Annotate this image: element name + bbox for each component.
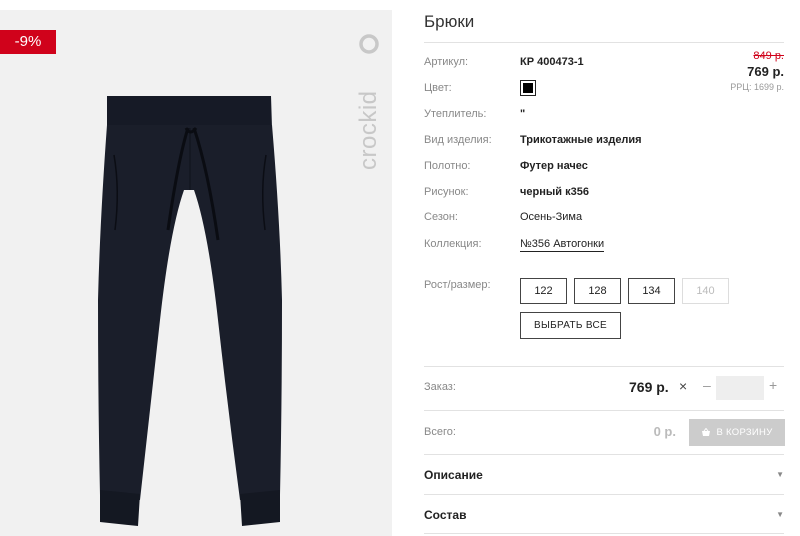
fabric-value: Футер начес — [520, 160, 588, 172]
chevron-down-icon: ▼ — [776, 510, 784, 519]
fabric-label: Полотно: — [424, 160, 471, 172]
brand-logo-text: crockid — [355, 90, 382, 170]
color-swatch-black[interactable] — [520, 80, 536, 96]
pattern-label: Рисунок: — [424, 186, 469, 198]
divider — [424, 533, 784, 534]
add-to-cart-button[interactable]: В КОРЗИНУ — [689, 419, 785, 446]
article-value: КР 400473-1 — [520, 56, 584, 68]
divider — [424, 494, 784, 495]
divider — [424, 366, 784, 367]
product-image[interactable]: -9% crockid — [0, 10, 392, 536]
times-icon: × — [679, 378, 688, 394]
order-label: Заказ: — [424, 381, 456, 393]
product-title: Брюки — [424, 12, 475, 31]
brand-logo: crockid — [355, 34, 382, 170]
discount-badge: -9% — [0, 30, 56, 54]
collection-link[interactable]: №356 Автогонки — [520, 238, 605, 252]
size-option-122[interactable]: 122 — [520, 278, 567, 304]
size-option-134[interactable]: 134 — [628, 278, 675, 304]
divider — [424, 42, 784, 43]
insulation-label: Утеплитель: — [424, 108, 487, 120]
color-label: Цвет: — [424, 82, 452, 94]
collection-label: Коллекция: — [424, 238, 482, 250]
order-price: 769 р. — [629, 379, 669, 395]
old-price: 849 р. — [753, 50, 784, 62]
pattern-value: черный к356 — [520, 186, 589, 198]
divider — [424, 410, 784, 411]
type-value: Трикотажные изделия — [520, 134, 642, 146]
size-option-140: 140 — [682, 278, 729, 304]
insulation-value: " — [520, 108, 526, 120]
current-price: 769 р. — [747, 64, 784, 79]
decrease-quantity-button[interactable]: – — [703, 377, 711, 393]
select-all-button[interactable]: ВЫБРАТЬ ВСЕ — [520, 312, 621, 339]
season-value: Осень-Зима — [520, 211, 583, 223]
divider — [424, 454, 784, 455]
composition-title: Состав — [424, 508, 467, 522]
size-label: Рост/размер: — [424, 279, 491, 291]
type-label: Вид изделия: — [424, 134, 492, 146]
article-label: Артикул: — [424, 56, 469, 68]
basket-icon — [702, 427, 711, 436]
add-to-cart-label: В КОРЗИНУ — [716, 427, 773, 438]
total-value: 0 р. — [653, 424, 676, 439]
chevron-down-icon: ▼ — [776, 470, 784, 479]
size-option-128[interactable]: 128 — [574, 278, 621, 304]
increase-quantity-button[interactable]: + — [769, 377, 777, 393]
pants-image — [98, 96, 282, 526]
rrp-price: РРЦ: 1699 р. — [730, 82, 784, 92]
composition-accordion[interactable]: Состав ▼ — [424, 505, 784, 525]
season-label: Сезон: — [424, 211, 458, 223]
collection-link-wrap: №356 Автогонки — [520, 236, 605, 252]
total-label: Всего: — [424, 426, 456, 438]
product-info: Брюки 849 р. 769 р. РРЦ: 1699 р. Артикул… — [424, 0, 800, 536]
quantity-input[interactable] — [716, 376, 764, 400]
description-title: Описание — [424, 468, 483, 482]
description-accordion[interactable]: Описание ▼ — [424, 465, 784, 485]
